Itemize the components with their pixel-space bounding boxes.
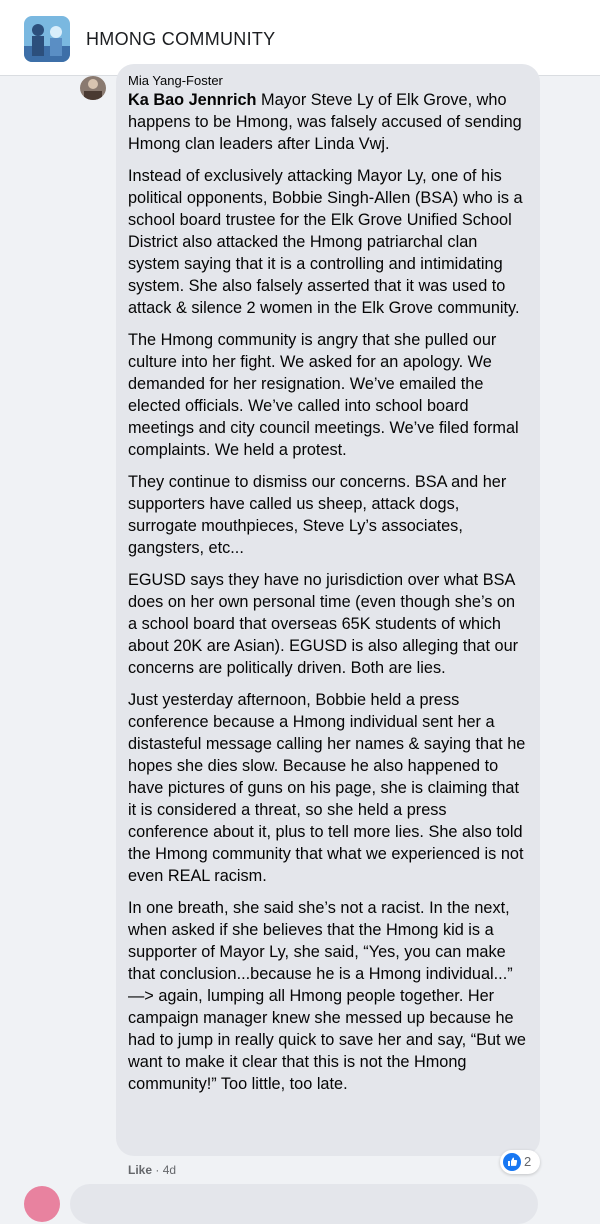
comment-bubble: Mia Yang-Foster Ka Bao Jennrich Mayor St…: [116, 64, 540, 1156]
comment-paragraph: Just yesterday afternoon, Bobbie held a …: [128, 691, 526, 885]
comment-timestamp[interactable]: 4d: [163, 1163, 176, 1177]
like-button[interactable]: Like: [128, 1163, 152, 1177]
reaction-summary[interactable]: 2: [500, 1150, 540, 1174]
group-avatar[interactable]: [24, 16, 70, 62]
comment-paragraph: Instead of exclusively attacking Mayor L…: [128, 167, 523, 317]
like-thumb-icon: [503, 1153, 521, 1171]
comment-body: Ka Bao Jennrich Mayor Steve Ly of Elk Gr…: [128, 89, 528, 1095]
mention-link[interactable]: Ka Bao Jennrich: [128, 91, 256, 109]
comment-paragraph: They continue to dismiss our concerns. B…: [128, 473, 507, 557]
group-name[interactable]: HMONG COMMUNITY: [86, 29, 275, 50]
next-comment-bubble: [70, 1184, 538, 1224]
comment-paragraph: In one breath, she said she’s not a raci…: [128, 899, 526, 1093]
comment-paragraph: EGUSD says they have no jurisdiction ove…: [128, 571, 519, 677]
comment-paragraph: Ka Bao Jennrich Mayor Steve Ly of Elk Gr…: [128, 89, 528, 155]
separator: ·: [155, 1163, 160, 1177]
comment-author[interactable]: Mia Yang-Foster: [128, 73, 528, 88]
next-commenter-avatar[interactable]: [24, 1186, 60, 1222]
comment-paragraph: The Hmong community is angry that she pu…: [128, 331, 519, 459]
reaction-count: 2: [524, 1154, 532, 1169]
comment-actions: Like · 4d: [128, 1163, 176, 1177]
commenter-avatar[interactable]: [80, 76, 106, 100]
